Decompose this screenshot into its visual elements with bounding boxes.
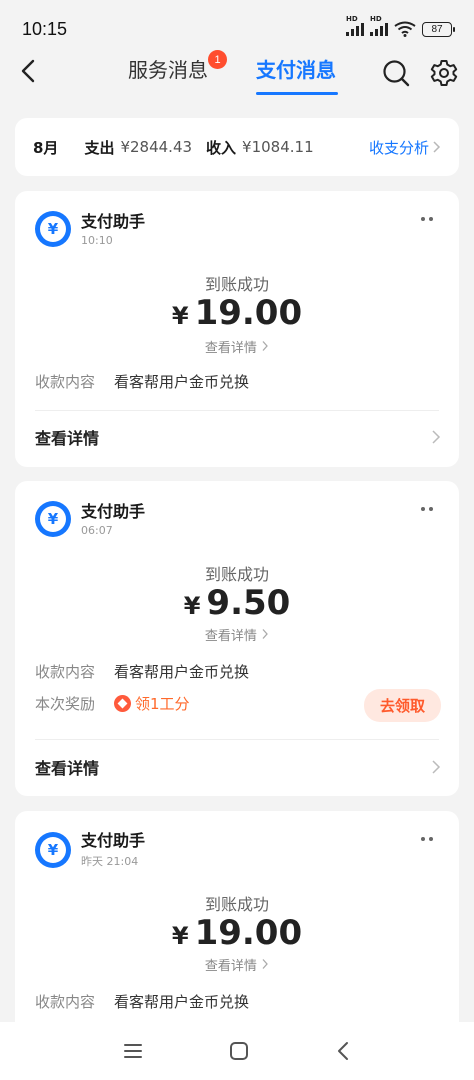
back-button[interactable] bbox=[14, 56, 44, 86]
home-square-icon[interactable] bbox=[228, 1040, 250, 1062]
summary-month[interactable]: 8月 bbox=[33, 137, 58, 158]
analysis-link-label: 收支分析 bbox=[368, 138, 429, 157]
payment-message-card[interactable]: ¥ 支付助手 06:07 到账成功 ¥9.50 查看详情 收款内容 看客帮用户金… bbox=[15, 481, 459, 796]
chevron-right-icon bbox=[433, 141, 441, 153]
payment-amount: ¥9.50 bbox=[183, 583, 291, 623]
row-value: 看客帮用户金币兑换 bbox=[114, 663, 250, 681]
settings-button[interactable] bbox=[429, 58, 459, 88]
battery-icon: 87 bbox=[422, 21, 455, 37]
status-time: 10:15 bbox=[22, 18, 68, 39]
tab-payment-messages[interactable]: 支付消息 bbox=[256, 56, 336, 84]
payment-amount: ¥19.00 bbox=[171, 913, 303, 953]
system-navigation-bar bbox=[0, 1022, 474, 1080]
more-dots-icon bbox=[421, 837, 425, 841]
chevron-right-icon bbox=[262, 629, 268, 639]
payment-amount: ¥19.00 bbox=[171, 293, 303, 333]
gear-icon bbox=[430, 60, 458, 86]
card-header: ¥ 支付助手 昨天 21:04 bbox=[35, 831, 145, 869]
back-triangle-icon[interactable] bbox=[334, 1040, 352, 1062]
sender-name: 支付助手 bbox=[81, 211, 146, 231]
yuan-icon: ¥ bbox=[35, 501, 71, 537]
more-options-button[interactable] bbox=[421, 217, 433, 221]
more-dots-icon bbox=[421, 507, 425, 511]
card-divider bbox=[35, 410, 439, 411]
reward-key: 本次奖励 bbox=[35, 695, 96, 713]
card-header: ¥ 支付助手 10:10 bbox=[35, 211, 145, 247]
chevron-right-icon bbox=[432, 430, 441, 444]
income-value: ¥1084.11 bbox=[242, 138, 314, 156]
reward-diamond-icon bbox=[114, 695, 131, 712]
back-arrow-icon bbox=[21, 59, 35, 83]
sender-name: 支付助手 bbox=[81, 501, 146, 521]
monthly-summary-card: 8月 支出 ¥2844.43 收入 ¥1084.11 收支分析 bbox=[15, 118, 459, 176]
wifi-icon bbox=[394, 21, 416, 37]
menu-icon[interactable] bbox=[122, 1042, 144, 1060]
payment-status: 到账成功 bbox=[204, 895, 269, 914]
more-options-button[interactable] bbox=[421, 507, 433, 511]
yuan-icon: ¥ bbox=[35, 832, 71, 868]
claim-reward-button[interactable]: 去领取 bbox=[363, 689, 441, 722]
chevron-right-icon bbox=[262, 341, 268, 351]
chevron-right-icon bbox=[432, 760, 441, 774]
notification-badge: 1 bbox=[208, 50, 227, 69]
active-tab-indicator bbox=[256, 92, 338, 95]
search-button[interactable] bbox=[381, 58, 411, 88]
payment-status: 到账成功 bbox=[204, 565, 269, 584]
tab-service-messages[interactable]: 服务消息 bbox=[128, 56, 208, 84]
more-dots-icon bbox=[421, 217, 425, 221]
message-time: 06:07 bbox=[81, 523, 113, 537]
view-details-small-link[interactable]: 查看详情 bbox=[15, 955, 459, 974]
payment-message-card[interactable]: ¥ 支付助手 昨天 21:04 到账成功 ¥19.00 查看详情 收款内容 看客… bbox=[15, 811, 459, 1051]
signal-icon: HD bbox=[346, 15, 364, 36]
row-key: 收款内容 bbox=[35, 663, 96, 681]
row-key: 收款内容 bbox=[35, 373, 96, 391]
view-details-small-link[interactable]: 查看详情 bbox=[15, 337, 459, 356]
view-details-footer[interactable]: 查看详情 bbox=[35, 425, 441, 449]
expense-label: 支出 bbox=[84, 138, 115, 157]
reward-value: 领1工分 bbox=[135, 695, 190, 713]
row-value: 看客帮用户金币兑换 bbox=[114, 993, 250, 1011]
income-expense-analysis-link[interactable]: 收支分析 bbox=[369, 137, 441, 158]
more-options-button[interactable] bbox=[421, 837, 433, 841]
view-details-footer[interactable]: 查看详情 bbox=[35, 755, 441, 779]
payment-status: 到账成功 bbox=[204, 275, 269, 294]
row-key: 收款内容 bbox=[35, 993, 96, 1011]
chevron-right-icon bbox=[262, 959, 268, 969]
view-details-small-link[interactable]: 查看详情 bbox=[15, 625, 459, 644]
nav-bar: 服务消息 1 支付消息 bbox=[0, 42, 474, 102]
expense-value: ¥2844.43 bbox=[120, 138, 193, 156]
income-label: 收入 bbox=[206, 138, 237, 157]
card-header: ¥ 支付助手 06:07 bbox=[35, 501, 145, 537]
yuan-icon: ¥ bbox=[35, 211, 71, 247]
signal-icon: HD bbox=[370, 15, 388, 36]
reward-chip: 领1工分 bbox=[114, 693, 190, 714]
status-icons: HD HD 87 bbox=[346, 15, 455, 37]
sender-name: 支付助手 bbox=[81, 831, 146, 850]
info-row: 收款内容 看客帮用户金币兑换 bbox=[35, 661, 439, 682]
message-time: 昨天 21:04 bbox=[81, 855, 139, 868]
info-row: 收款内容 看客帮用户金币兑换 bbox=[35, 991, 439, 1012]
message-time: 10:10 bbox=[81, 233, 113, 247]
payment-message-card[interactable]: ¥ 支付助手 10:10 到账成功 ¥19.00 查看详情 收款内容 看客帮用户… bbox=[15, 191, 459, 467]
search-icon bbox=[383, 60, 410, 87]
row-value: 看客帮用户金币兑换 bbox=[114, 373, 250, 391]
info-row: 收款内容 看客帮用户金币兑换 bbox=[35, 371, 439, 392]
card-divider bbox=[35, 739, 439, 740]
